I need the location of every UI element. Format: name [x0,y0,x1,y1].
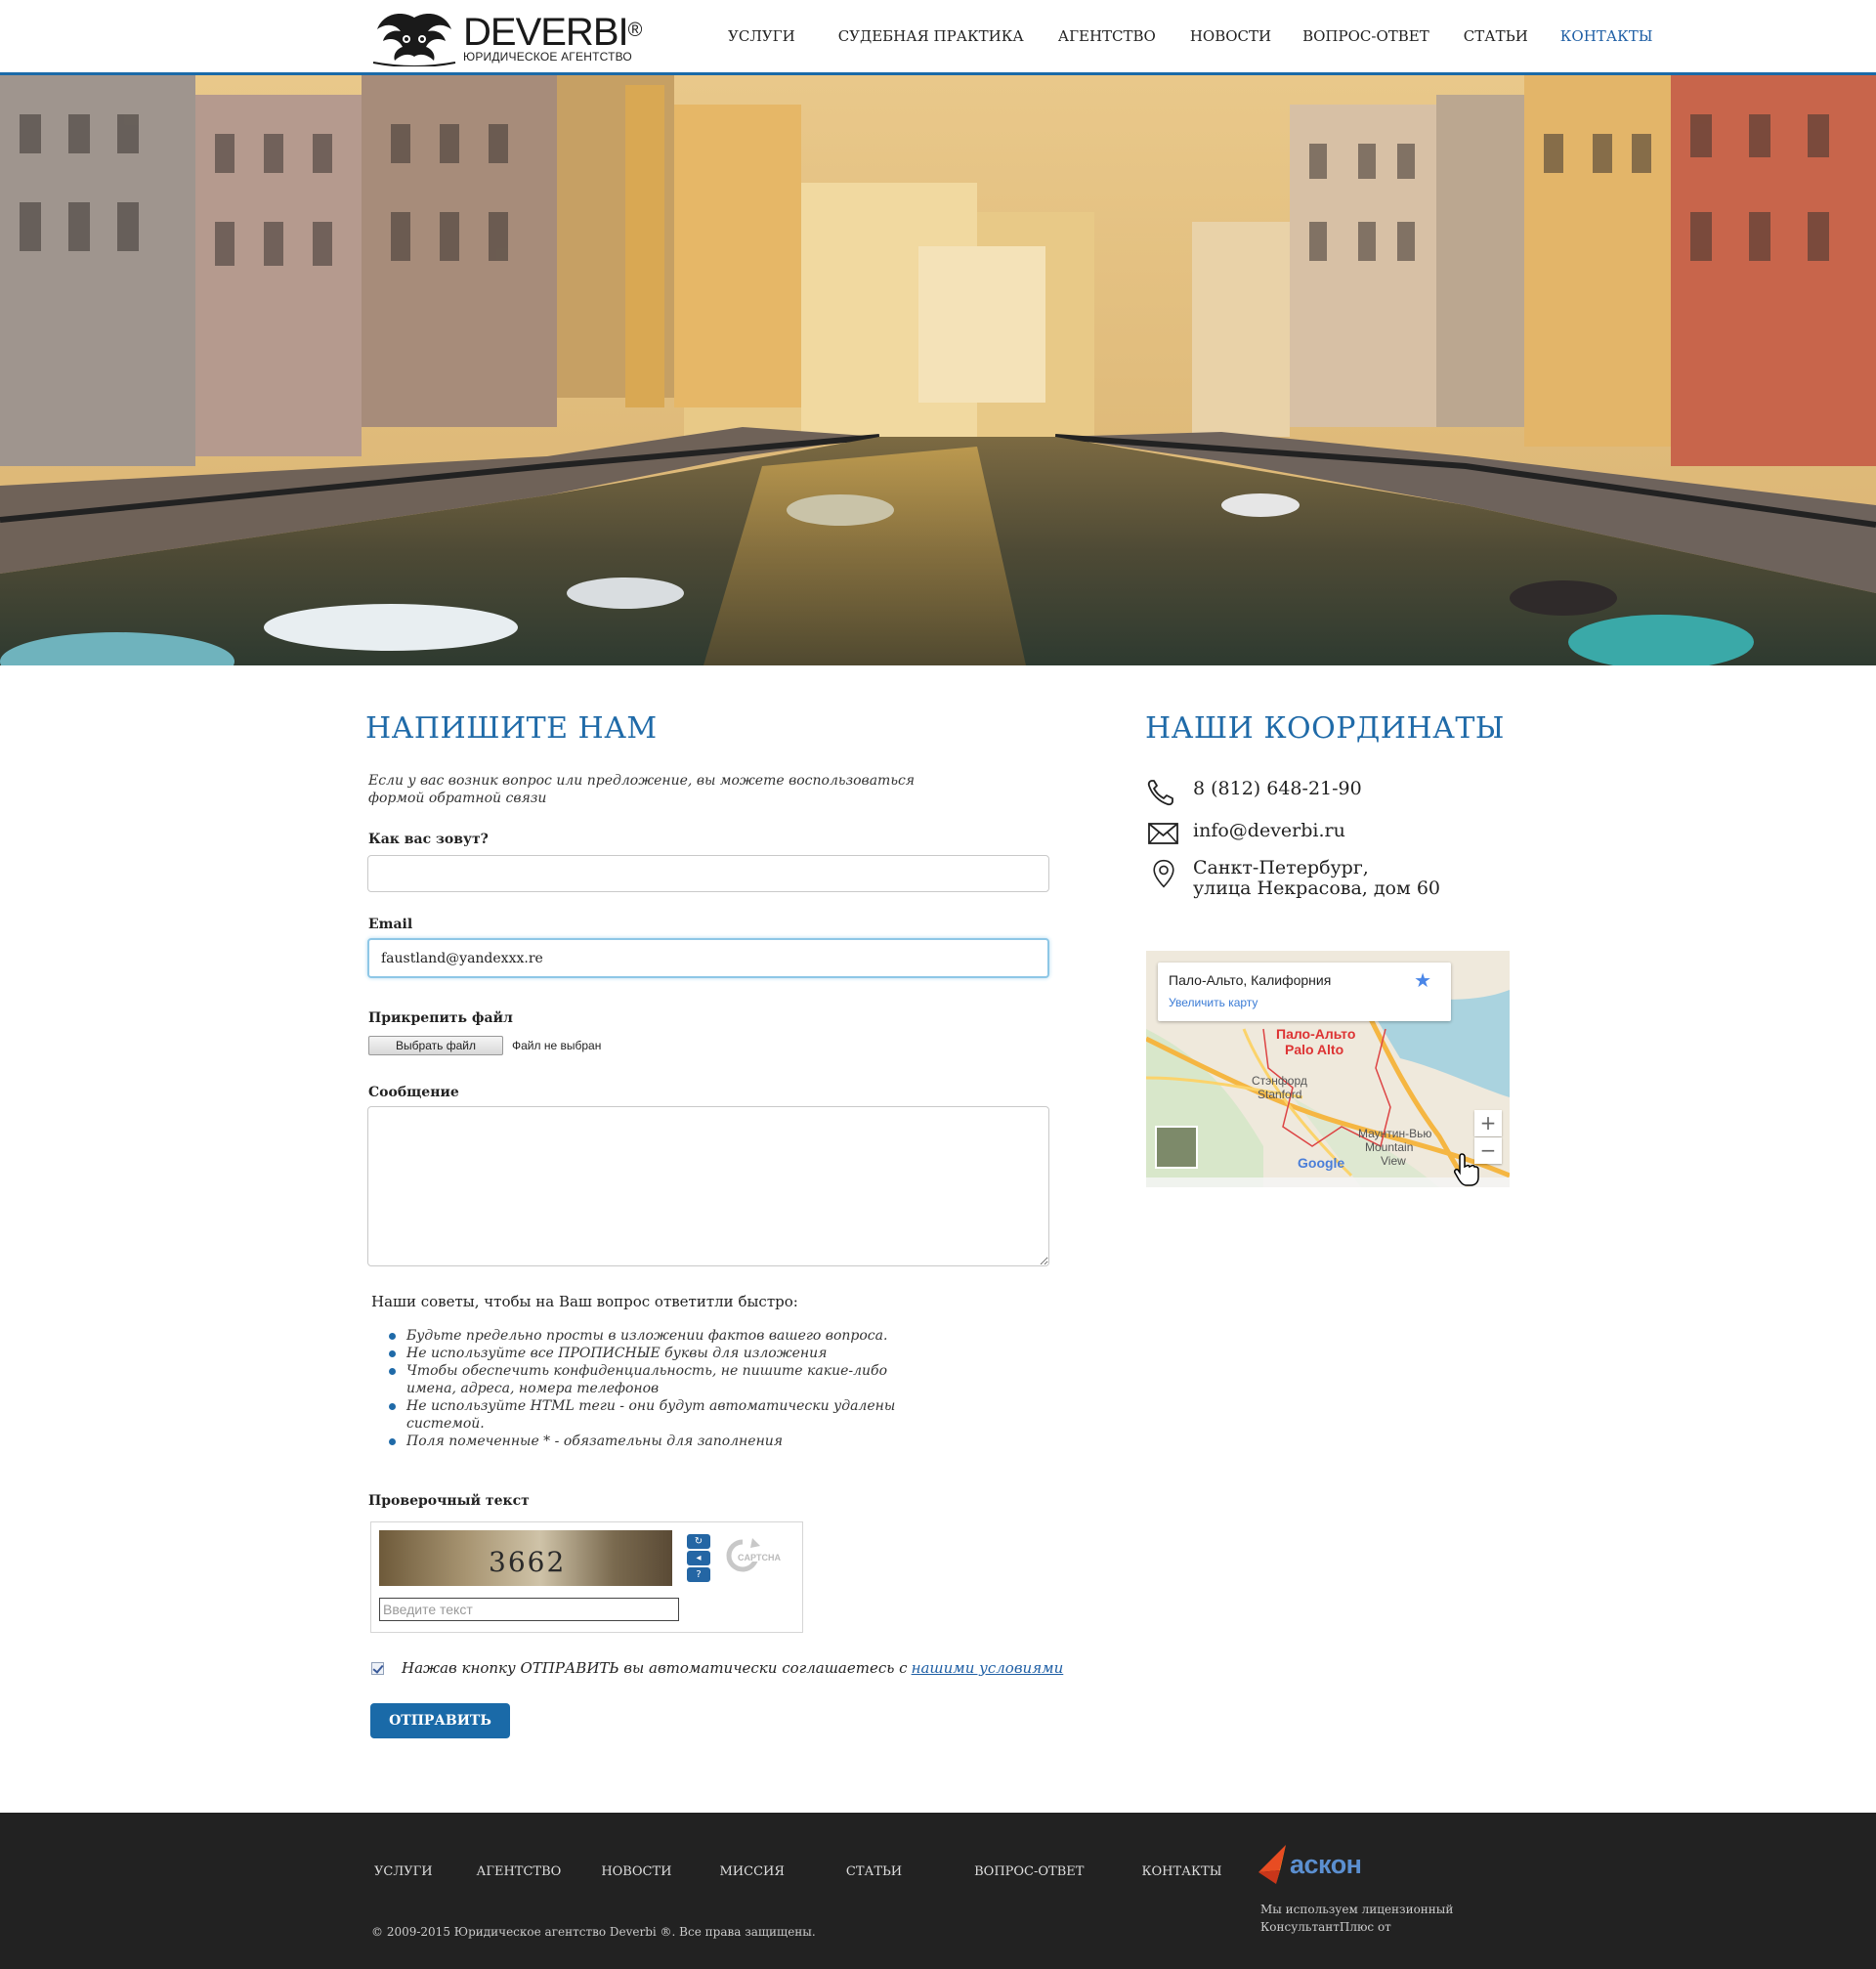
email-label: Email [368,917,413,932]
main-nav: УСЛУГИ СУДЕБНАЯ ПРАКТИКА АГЕНТСТВО НОВОС… [728,27,1687,45]
map-label: Пало-Альто [1276,1026,1356,1042]
message-label: Сообщение [368,1085,459,1100]
map-label: View [1381,1154,1406,1168]
map-label: Stanford [1258,1088,1302,1101]
form-intro: Если у вас возник вопрос или предложение… [368,773,916,806]
form-title: НАПИШИТЕ НАМ [365,711,658,746]
copyright: © 2009-2015 Юридическое агентство Deverb… [371,1925,816,1939]
logo-emblem-icon [372,14,456,66]
message-textarea[interactable] [367,1106,1049,1266]
site-header: DEVERBI® ЮРИДИЧЕСКОЕ АГЕНТСТВО УСЛУГИ СУ… [0,0,1876,75]
partner-logo[interactable]: аскон [1258,1845,1362,1884]
contacts-title: НАШИ КООРДИНАТЫ [1145,711,1505,746]
phone-number[interactable]: 8 (812) 648-21-90 [1193,779,1362,799]
contact-phone: 8 (812) 648-21-90 [1146,777,1362,808]
site-footer: УСЛУГИ АГЕНТСТВО НОВОСТИ МИССИЯ СТАТЬИ В… [0,1813,1876,1969]
list-item: Поля помеченные * - обязательны для запо… [389,1433,897,1450]
audio-icon[interactable]: ◂ [687,1551,710,1565]
refresh-icon[interactable]: ↻ [687,1534,710,1549]
nav-item-court-practice[interactable]: СУДЕБНАЯ ПРАКТИКА [838,27,1024,45]
hand-cursor-icon [1454,1153,1479,1186]
canal-photo [0,75,1876,665]
footer-link-contacts[interactable]: КОНТАКТЫ [1141,1864,1221,1879]
map-label: Mountain [1365,1140,1414,1154]
map-label: Маунтин-Вью [1358,1127,1432,1140]
tips-list: Будьте предельно просты в изложении факт… [389,1327,897,1450]
agreement-row: Нажав кнопку ОТПРАВИТЬ вы автоматически … [371,1659,1063,1677]
terms-link[interactable]: нашими условиями [912,1659,1064,1677]
nav-item-services[interactable]: УСЛУГИ [728,27,795,45]
captcha-widget: 3662 ↻ ◂ ? CAPTCHA Введите текст [370,1521,803,1633]
nav-item-articles[interactable]: СТАТЬИ [1464,27,1528,45]
map-enlarge-link[interactable]: Увеличить карту [1169,996,1258,1009]
logo-name: DEVERBI® [463,11,642,54]
agree-checkbox[interactable] [371,1661,384,1675]
star-icon[interactable]: ★ [1414,968,1431,992]
svg-text:CAPTCHA: CAPTCHA [738,1553,781,1562]
name-label: Как вас зовут? [368,832,489,847]
partner-name: аскон [1290,1849,1362,1879]
footer-nav: УСЛУГИ АГЕНТСТВО НОВОСТИ МИССИЯ СТАТЬИ В… [374,1864,1222,1879]
file-status: Файл не выбран [512,1039,602,1052]
captcha-word: 3662 [489,1546,567,1578]
footer-link-agency[interactable]: АГЕНТСТВО [477,1864,562,1879]
nav-item-agency[interactable]: АГЕНТСТВО [1058,27,1156,45]
help-icon[interactable]: ? [687,1567,710,1582]
address: Санкт-Петербург, улица Некрасова, дом 60 [1193,858,1440,899]
agree-text: Нажав кнопку ОТПРАВИТЬ вы автоматически … [402,1659,908,1677]
logo[interactable]: DEVERBI® ЮРИДИЧЕСКОЕ АГЕНТСТВО [371,10,642,66]
name-input[interactable] [367,855,1049,892]
location-pin-icon [1153,859,1174,888]
email-address[interactable]: info@deverbi.ru [1193,821,1345,841]
address-line-1: Санкт-Петербург, [1193,857,1369,878]
footer-link-news[interactable]: НОВОСТИ [601,1864,671,1879]
address-line-2: улица Некрасова, дом 60 [1193,877,1440,899]
ascon-logo-icon [1258,1845,1286,1884]
envelope-icon [1148,823,1178,844]
map-label: Palo Alto [1285,1042,1344,1057]
footer-link-faq[interactable]: ВОПРОС-ОТВЕТ [974,1864,1084,1879]
google-map[interactable]: Google Пало-Альто Palo Alto Стэнфорд Sta… [1146,951,1510,1187]
map-info-card: Пало-Альто, Калифорния Увеличить карту ★ [1158,963,1451,1021]
tips-title: Наши советы, чтобы на Ваш вопрос ответит… [371,1293,798,1310]
contact-address: Санкт-Петербург, улица Некрасова, дом 60 [1146,858,1440,899]
svg-text:Google: Google [1298,1155,1344,1171]
email-input[interactable] [367,938,1049,978]
list-item: Чтобы обеспечить конфиденциальность, не … [389,1362,897,1397]
nav-item-faq[interactable]: ВОПРОС-ОТВЕТ [1302,27,1429,45]
recaptcha-logo-icon: CAPTCHA [726,1538,793,1572]
logo-subtitle: ЮРИДИЧЕСКОЕ АГЕНТСТВО [463,50,632,64]
footer-link-services[interactable]: УСЛУГИ [374,1864,433,1879]
footer-link-articles[interactable]: СТАТЬИ [846,1864,902,1879]
file-upload: Выбрать файл Файл не выбран [368,1036,601,1055]
choose-file-button[interactable]: Выбрать файл [368,1036,503,1055]
list-item: Не используйте все ПРОПИСНЫЕ буквы для и… [389,1345,897,1362]
contact-email: info@deverbi.ru [1146,819,1345,850]
phone-icon [1147,780,1173,806]
submit-button[interactable]: ОТПРАВИТЬ [370,1703,510,1738]
captcha-input[interactable]: Введите текст [379,1598,679,1621]
list-item: Будьте предельно просты в изложении факт… [389,1327,897,1345]
hero-image [0,75,1876,665]
captcha-controls: ↻ ◂ ? [687,1534,710,1584]
captcha-label: Проверочный текст [368,1493,530,1509]
captcha-image: 3662 [379,1530,672,1586]
nav-item-news[interactable]: НОВОСТИ [1190,27,1271,45]
list-item: Не используйте HTML теги - они будут авт… [389,1397,897,1433]
map-label: Стэнфорд [1252,1074,1307,1088]
footer-link-mission[interactable]: МИССИЯ [719,1864,784,1879]
partner-text: Мы используем лицензионный КонсультантПл… [1260,1903,1454,1934]
file-label: Прикрепить файл [368,1010,513,1026]
map-place-name: Пало-Альто, Калифорния [1169,972,1332,988]
nav-item-contacts[interactable]: КОНТАКТЫ [1560,27,1653,45]
zoom-in-button[interactable]: + [1474,1110,1502,1136]
